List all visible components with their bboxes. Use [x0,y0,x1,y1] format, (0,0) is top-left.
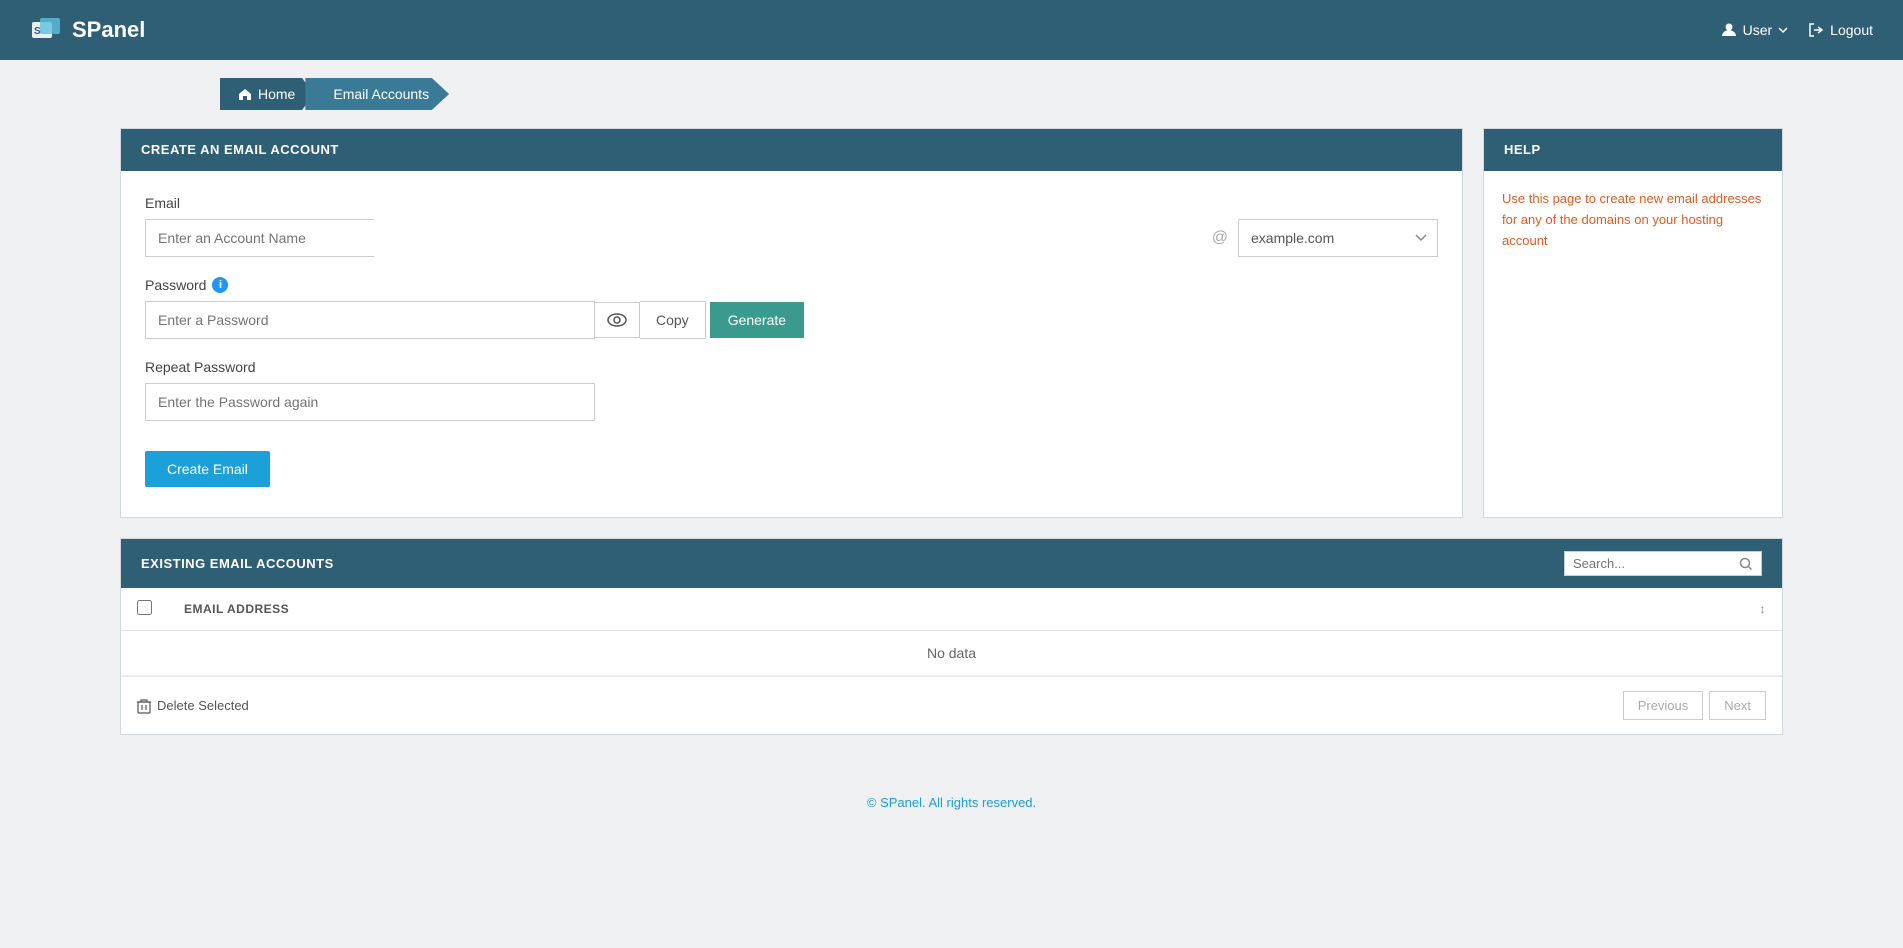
delete-selected-btn[interactable]: Delete Selected [137,698,249,714]
select-all-checkbox[interactable] [137,600,152,615]
spanel-logo-icon: S [30,14,62,46]
email-table-body: No data [121,631,1782,676]
create-email-card: CREATE AN EMAIL ACCOUNT Email @ example. [120,128,1463,518]
search-box [1564,551,1762,576]
existing-card-title: EXISTING EMAIL ACCOUNTS [141,556,334,571]
email-domain-select[interactable]: example.com [1238,219,1438,257]
email-label: Email [145,195,1438,211]
email-name-input[interactable] [145,219,374,257]
email-form-group: Email @ example.com [145,195,1438,257]
no-data-cell: No data [121,631,1782,676]
user-label: User [1743,22,1773,38]
email-input-row: @ example.com [145,219,1438,257]
search-input[interactable] [1573,556,1733,571]
existing-email-card: EXISTING EMAIL ACCOUNTS EMAIL ADDRESS ↕ [120,538,1783,735]
table-footer: Delete Selected Previous Next [121,676,1782,734]
breadcrumb-current-label: Email Accounts [333,86,429,102]
breadcrumb-home-label: Home [258,86,295,102]
password-toggle-btn[interactable] [595,302,640,338]
email-table-head: EMAIL ADDRESS ↕ [121,588,1782,631]
brand-name: SPanel [72,17,145,43]
brand: S SPanel [30,14,145,46]
help-card-title: HELP [1504,142,1541,157]
main-content: CREATE AN EMAIL ACCOUNT Email @ example. [0,128,1903,775]
email-table-header-row: EMAIL ADDRESS ↕ [121,588,1782,631]
home-icon [238,87,252,101]
next-btn[interactable]: Next [1709,691,1766,720]
password-label: Password i [145,277,1438,293]
footer-brand: SPanel [880,795,922,810]
pagination-btns: Previous Next [1623,691,1766,720]
help-card-body: Use this page to create new email addres… [1484,171,1782,269]
logout-label: Logout [1830,22,1873,38]
header: S SPanel User Logout [0,0,1903,60]
existing-card-header: EXISTING EMAIL ACCOUNTS [121,539,1782,588]
create-card-header: CREATE AN EMAIL ACCOUNT [121,129,1462,171]
logout-icon [1808,22,1824,38]
password-info-icon[interactable]: i [212,277,228,293]
trash-icon [137,698,151,714]
create-email-btn[interactable]: Create Email [145,451,270,487]
breadcrumb-home[interactable]: Home [220,78,313,110]
header-right: User Logout [1721,22,1873,38]
breadcrumb: Home Email Accounts [0,60,1903,128]
eye-icon [607,313,627,327]
sort-icon[interactable]: ↕ [1760,602,1767,616]
email-address-col-header: EMAIL ADDRESS ↕ [168,588,1782,631]
email-table: EMAIL ADDRESS ↕ No data [121,588,1782,676]
svg-text:S: S [34,26,41,37]
password-form-group: Password i Copy Generate [145,277,1438,339]
repeat-password-input[interactable] [145,383,595,421]
email-name-wrapper: @ [145,219,1238,257]
logout-btn[interactable]: Logout [1808,22,1873,38]
password-input[interactable] [145,301,595,339]
prev-btn[interactable]: Previous [1623,691,1704,720]
password-input-row: Copy Generate [145,301,1438,339]
copy-btn[interactable]: Copy [640,301,706,339]
top-row: CREATE AN EMAIL ACCOUNT Email @ example. [120,128,1783,518]
user-menu[interactable]: User [1721,22,1789,38]
breadcrumb-current: Email Accounts [305,78,449,110]
help-card: HELP Use this page to create new email a… [1483,128,1783,518]
footer-text: © SPanel. All rights reserved. [867,795,1036,810]
generate-btn[interactable]: Generate [710,302,804,338]
help-card-header: HELP [1484,129,1782,171]
user-icon [1721,22,1737,38]
at-icon: @ [1212,229,1228,247]
repeat-password-label: Repeat Password [145,359,1438,375]
no-data-row: No data [121,631,1782,676]
create-card-body: Email @ example.com P [121,171,1462,517]
page-footer: © SPanel. All rights reserved. [0,775,1903,830]
search-icon[interactable] [1739,557,1753,571]
repeat-password-form-group: Repeat Password [145,359,1438,421]
select-all-col [121,588,168,631]
chevron-down-icon [1778,27,1788,33]
create-card-title: CREATE AN EMAIL ACCOUNT [141,142,339,157]
